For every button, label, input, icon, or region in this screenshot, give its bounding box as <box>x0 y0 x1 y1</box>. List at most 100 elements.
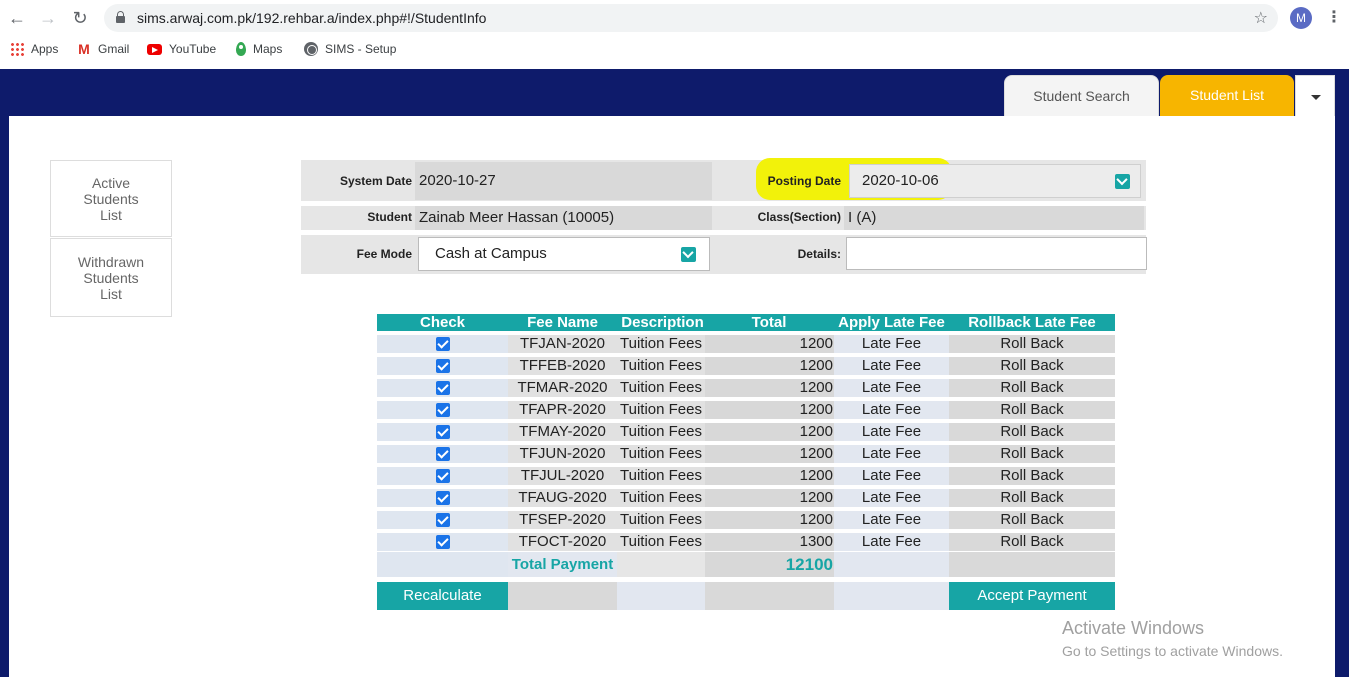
rollback-late-fee-link[interactable]: Roll Back <box>949 379 1115 397</box>
check-cell[interactable] <box>377 335 508 353</box>
fee-table: Check Fee Name Description Total Apply L… <box>377 310 1115 555</box>
watermark-title: Activate Windows <box>1062 618 1205 638</box>
description-cell: Tuition Fees <box>617 511 705 529</box>
apply-late-fee-link[interactable]: Late Fee <box>834 335 949 353</box>
recalculate-button[interactable]: Recalculate <box>377 582 508 610</box>
table-row: TFMAR-2020 Tuition Fees 1200 Late Fee Roll B… <box>377 379 1115 397</box>
reload-icon[interactable]: ↻ <box>70 8 90 28</box>
button-row-spacer <box>834 582 949 610</box>
check-cell[interactable] <box>377 357 508 375</box>
fee-mode-select[interactable]: Cash at Campus <box>418 237 710 271</box>
fee-checkbox[interactable] <box>435 425 450 440</box>
apply-late-fee-link[interactable]: Late Fee <box>834 357 949 375</box>
bookmark-label: Maps <box>253 42 283 56</box>
apply-late-fee-link[interactable]: Late Fee <box>834 423 949 441</box>
url-text[interactable]: sims.arwaj.com.pk/192.rehbar.a/index.php… <box>137 10 486 26</box>
browser-menu-icon[interactable]: ⋮ <box>1326 7 1342 27</box>
apply-late-fee-link[interactable]: Late Fee <box>834 445 949 463</box>
total-payment-row: Total Payment 12100 <box>377 552 1115 577</box>
fee-checkbox[interactable] <box>435 359 450 374</box>
fee-name-cell: TFMAR-2020 <box>508 379 617 397</box>
apply-late-fee-link[interactable]: Late Fee <box>834 489 949 507</box>
apps-grid-icon <box>10 42 24 56</box>
fee-name-cell: TFMAY-2020 <box>508 423 617 441</box>
rollback-late-fee-link[interactable]: Roll Back <box>949 423 1115 441</box>
check-cell[interactable] <box>377 401 508 419</box>
rollback-late-fee-link[interactable]: Roll Back <box>949 467 1115 485</box>
description-cell: Tuition Fees <box>617 335 705 353</box>
table-row: TFAPR-2020 Tuition Fees 1200 Late Fee Roll B… <box>377 401 1115 419</box>
student-value: Zainab Meer Hassan (10005) <box>415 206 712 230</box>
chevron-down-icon[interactable] <box>681 247 696 262</box>
posting-date-label: Posting Date <box>767 174 841 188</box>
fee-checkbox[interactable] <box>435 535 450 550</box>
bookmark-apps[interactable]: Apps <box>10 42 58 56</box>
class-section-label: Class(Section) <box>757 210 841 224</box>
apply-late-fee-link[interactable]: Late Fee <box>834 533 949 551</box>
tab-student-list[interactable]: Student List <box>1160 75 1294 116</box>
bookmark-gmail[interactable]: M Gmail <box>77 42 129 56</box>
posting-date-picker[interactable]: 2020-10-06 <box>849 164 1141 198</box>
gmail-icon: M <box>78 41 90 57</box>
bookmark-star-icon[interactable]: ☆ <box>1254 8 1268 28</box>
check-cell[interactable] <box>377 423 508 441</box>
rollback-late-fee-link[interactable]: Roll Back <box>949 357 1115 375</box>
description-cell: Tuition Fees <box>617 489 705 507</box>
fee-checkbox[interactable] <box>435 513 450 528</box>
total-payment-label: Total Payment <box>508 552 617 577</box>
rollback-late-fee-link[interactable]: Roll Back <box>949 445 1115 463</box>
bookmark-youtube[interactable]: YouTube <box>147 42 216 56</box>
bookmark-label: Apps <box>31 42 59 56</box>
details-input[interactable] <box>846 237 1147 270</box>
column-header-total: Total <box>705 314 834 331</box>
fee-checkbox[interactable] <box>435 337 450 352</box>
apply-late-fee-link[interactable]: Late Fee <box>834 467 949 485</box>
total-cell: 1200 <box>705 511 834 529</box>
tab-student-search[interactable]: Student Search <box>1004 75 1159 116</box>
bookmarks-bar: Apps M Gmail YouTube Maps SIMS - Setup <box>0 36 1349 66</box>
description-cell: Tuition Fees <box>617 467 705 485</box>
table-row: TFSEP-2020 Tuition Fees 1200 Late Fee Roll B… <box>377 511 1115 529</box>
bookmark-sims-setup[interactable]: SIMS - Setup <box>304 42 396 56</box>
action-button-row: Recalculate Accept Payment <box>377 582 1115 610</box>
table-row: TFJAN-2020 Tuition Fees 1200 Late Fee Roll B… <box>377 335 1115 353</box>
fee-checkbox[interactable] <box>435 403 450 418</box>
rollback-late-fee-link[interactable]: Roll Back <box>949 335 1115 353</box>
accept-payment-button[interactable]: Accept Payment <box>949 582 1115 610</box>
rollback-late-fee-link[interactable]: Roll Back <box>949 533 1115 551</box>
apply-late-fee-link[interactable]: Late Fee <box>834 511 949 529</box>
table-row: TFMAY-2020 Tuition Fees 1200 Late Fee Roll B… <box>377 423 1115 441</box>
fee-name-cell: TFJUL-2020 <box>508 467 617 485</box>
rollback-late-fee-link[interactable]: Roll Back <box>949 511 1115 529</box>
check-cell[interactable] <box>377 511 508 529</box>
fee-mode-value: Cash at Campus <box>435 245 547 262</box>
forward-arrow-icon[interactable]: → <box>38 8 58 28</box>
description-cell: Tuition Fees <box>617 401 705 419</box>
check-cell[interactable] <box>377 445 508 463</box>
fee-checkbox[interactable] <box>435 469 450 484</box>
fee-checkbox[interactable] <box>435 447 450 462</box>
check-cell[interactable] <box>377 379 508 397</box>
apply-late-fee-link[interactable]: Late Fee <box>834 401 949 419</box>
column-header-fee-name: Fee Name <box>508 314 617 331</box>
check-cell[interactable] <box>377 489 508 507</box>
profile-avatar[interactable]: M <box>1290 7 1312 29</box>
chevron-down-icon[interactable] <box>1115 174 1130 189</box>
tab-dropdown-caret-icon[interactable] <box>1295 75 1335 116</box>
fee-checkbox[interactable] <box>435 491 450 506</box>
total-cell: 1200 <box>705 423 834 441</box>
check-cell[interactable] <box>377 467 508 485</box>
button-row-spacer <box>705 582 834 610</box>
check-cell[interactable] <box>377 533 508 551</box>
address-bar[interactable]: sims.arwaj.com.pk/192.rehbar.a/index.php… <box>104 4 1278 32</box>
fee-checkbox[interactable] <box>435 381 450 396</box>
rollback-late-fee-link[interactable]: Roll Back <box>949 489 1115 507</box>
bookmark-maps[interactable]: Maps <box>236 42 282 56</box>
sidebar-item-withdrawn-students[interactable]: Withdrawn Students List <box>50 238 172 317</box>
description-cell: Tuition Fees <box>617 533 705 551</box>
rollback-late-fee-link[interactable]: Roll Back <box>949 401 1115 419</box>
table-row: TFFEB-2020 Tuition Fees 1200 Late Fee Roll B… <box>377 357 1115 375</box>
sidebar-item-active-students[interactable]: Active Students List <box>50 160 172 237</box>
back-arrow-icon[interactable]: ← <box>7 8 27 28</box>
apply-late-fee-link[interactable]: Late Fee <box>834 379 949 397</box>
